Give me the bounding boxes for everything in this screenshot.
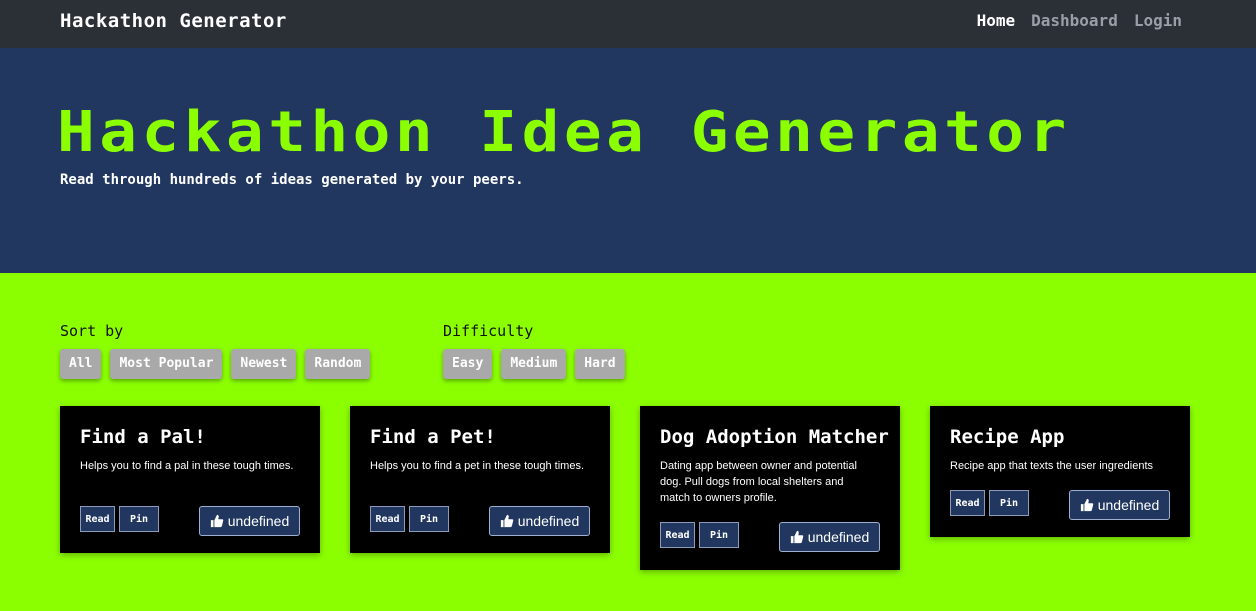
nav-link-login[interactable]: Login: [1134, 11, 1182, 30]
pin-button[interactable]: Pin: [119, 506, 159, 532]
read-button[interactable]: Read: [370, 506, 405, 532]
like-count: undefined: [807, 529, 870, 545]
like-button[interactable]: undefined: [489, 506, 590, 536]
page-title: Hackathon Idea Generator: [57, 100, 1071, 165]
idea-card-description: Dating app between owner and potential d…: [660, 460, 857, 504]
sort-all-button[interactable]: All: [60, 349, 102, 379]
like-count: undefined: [517, 513, 580, 529]
pin-button[interactable]: Pin: [699, 522, 739, 548]
read-button[interactable]: Read: [80, 506, 115, 532]
idea-card-title: Dog Adoption Matcher: [660, 426, 889, 448]
idea-card-title: Find a Pal!: [80, 426, 206, 448]
sort-by-label: Sort by: [60, 322, 124, 340]
idea-card: Find a Pal! Helps you to find a pal in t…: [60, 406, 320, 553]
like-button[interactable]: undefined: [199, 506, 300, 536]
read-button[interactable]: Read: [660, 522, 695, 548]
difficulty-easy-button[interactable]: Easy: [443, 349, 493, 379]
page-subtitle: Read through hundreds of ideas generated…: [60, 172, 524, 188]
like-button[interactable]: undefined: [779, 522, 880, 552]
difficulty-hard-button[interactable]: Hard: [575, 349, 625, 379]
brand-link[interactable]: Hackathon Generator: [60, 10, 287, 32]
nav-links: Home Dashboard Login: [977, 11, 1182, 30]
hero-banner: Hackathon Idea Generator Read through hu…: [0, 48, 1256, 273]
idea-card: Recipe App Recipe app that texts the use…: [930, 406, 1190, 537]
idea-card-description: Helps you to find a pal in these tough t…: [80, 460, 294, 472]
like-count: undefined: [1097, 497, 1160, 513]
idea-card-title: Find a Pet!: [370, 426, 496, 448]
sort-newest-button[interactable]: Newest: [231, 349, 297, 379]
sort-buttons: All Most Popular Newest Random: [60, 349, 371, 379]
pin-button[interactable]: Pin: [409, 506, 449, 532]
navbar: Hackathon Generator Home Dashboard Login: [0, 0, 1256, 48]
sort-random-button[interactable]: Random: [305, 349, 371, 379]
like-count: undefined: [227, 513, 290, 529]
thumbs-up-icon: [500, 514, 513, 528]
difficulty-medium-button[interactable]: Medium: [501, 349, 567, 379]
idea-card-description: Helps you to find a pet in these tough t…: [370, 460, 585, 472]
difficulty-label: Difficulty: [443, 322, 534, 340]
idea-card: Find a Pet! Helps you to find a pet in t…: [350, 406, 610, 553]
thumbs-up-icon: [790, 530, 803, 544]
difficulty-buttons: Easy Medium Hard: [443, 349, 625, 379]
like-button[interactable]: undefined: [1069, 490, 1170, 520]
idea-card-description: Recipe app that texts the user ingredien…: [950, 460, 1154, 472]
nav-link-dashboard[interactable]: Dashboard: [1031, 11, 1118, 30]
idea-card-title: Recipe App: [950, 426, 1065, 448]
sort-most-popular-button[interactable]: Most Popular: [110, 349, 223, 379]
idea-card: Dog Adoption Matcher Dating app between …: [640, 406, 900, 570]
nav-link-home[interactable]: Home: [977, 11, 1016, 30]
thumbs-up-icon: [1080, 498, 1093, 512]
pin-button[interactable]: Pin: [989, 490, 1029, 516]
thumbs-up-icon: [210, 514, 223, 528]
read-button[interactable]: Read: [950, 490, 985, 516]
